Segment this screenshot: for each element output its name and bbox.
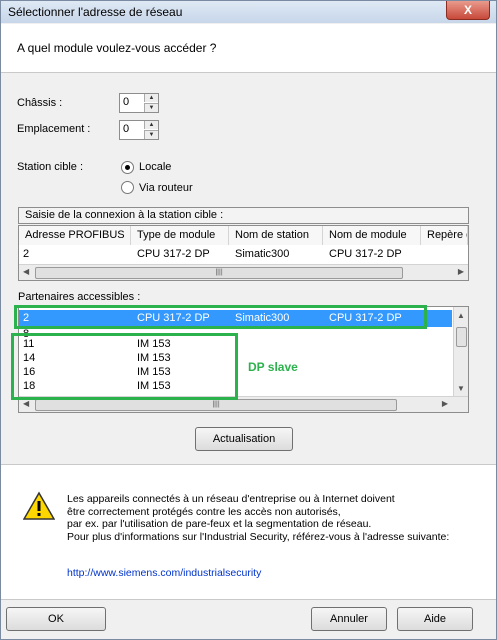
security-line: Pour plus d'informations sur l'Industria… bbox=[67, 530, 450, 543]
scroll-left-icon[interactable]: ◀ bbox=[23, 267, 29, 276]
connection-hscrollbar[interactable]: ◀ |||| ▶ bbox=[19, 264, 468, 280]
emplacement-up-icon[interactable]: ▲ bbox=[144, 121, 158, 129]
emplacement-label: Emplacement : bbox=[17, 123, 91, 135]
annotation-box-cpu bbox=[14, 305, 427, 329]
col-nom-module[interactable]: Nom de module bbox=[323, 226, 421, 245]
radio-locale[interactable] bbox=[121, 161, 134, 174]
connection-cell-module: CPU 317-2 DP bbox=[329, 248, 402, 260]
radio-via-routeur[interactable] bbox=[121, 181, 134, 194]
ok-button[interactable]: OK bbox=[6, 607, 106, 631]
emplacement-spinner[interactable]: 0 ▲ ▼ bbox=[119, 120, 159, 140]
security-line: par ex. par l'utilisation de pare-feux e… bbox=[67, 518, 372, 530]
connection-row[interactable]: 2 CPU 317-2 DP Simatic300 CPU 317-2 DP bbox=[19, 246, 468, 262]
header-question: A quel module voulez-vous accéder ? bbox=[17, 41, 217, 55]
security-line: Les appareils connectés à un réseau d'en… bbox=[67, 493, 395, 505]
chassis-up-icon[interactable]: ▲ bbox=[144, 94, 158, 102]
partners-vscroll-thumb[interactable] bbox=[456, 327, 467, 347]
chassis-down-icon[interactable]: ▼ bbox=[144, 103, 158, 112]
security-text: Les appareils connectés à un réseau d'en… bbox=[67, 493, 449, 543]
col-nom-station[interactable]: Nom de station bbox=[229, 226, 323, 245]
emplacement-down-icon[interactable]: ▼ bbox=[144, 130, 158, 139]
scroll-left-icon[interactable]: ◀ bbox=[23, 399, 29, 408]
warning-icon bbox=[23, 491, 55, 520]
dp-slave-annotation: DP slave bbox=[248, 360, 298, 374]
col-type-module[interactable]: Type de module bbox=[131, 226, 229, 245]
window-title: Sélectionner l'adresse de réseau bbox=[8, 5, 183, 19]
title-bar: Sélectionner l'adresse de réseau X bbox=[1, 1, 496, 23]
connection-cell-type: CPU 317-2 DP bbox=[137, 248, 210, 260]
scroll-right-icon[interactable]: ▶ bbox=[458, 267, 464, 276]
annotation-box-dp-slaves bbox=[11, 333, 238, 400]
partners-vscrollbar[interactable]: ▲ ▼ bbox=[453, 307, 468, 396]
connection-cell-address: 2 bbox=[23, 248, 30, 260]
cancel-button[interactable]: Annuler bbox=[311, 607, 387, 631]
connection-scroll-thumb[interactable]: |||| bbox=[35, 267, 403, 279]
security-line: être correctement protégés contre les ac… bbox=[67, 505, 341, 518]
dialog-window: Sélectionner l'adresse de réseau X A que… bbox=[0, 0, 497, 640]
connection-group-label: Saisie de la connexion à la station cibl… bbox=[25, 209, 224, 221]
scroll-right-icon[interactable]: ▶ bbox=[442, 399, 448, 408]
refresh-button[interactable]: Actualisation bbox=[195, 427, 293, 451]
chassis-label: Châssis : bbox=[17, 97, 63, 109]
col-repere[interactable]: Repère d bbox=[421, 226, 468, 245]
help-button[interactable]: Aide bbox=[397, 607, 473, 631]
dialog-header: A quel module voulez-vous accéder ? bbox=[1, 24, 496, 73]
divider bbox=[1, 599, 496, 600]
partners-scroll-thumb[interactable]: |||| bbox=[35, 399, 397, 411]
connection-cell-station: Simatic300 bbox=[235, 248, 290, 260]
chassis-value: 0 bbox=[123, 96, 130, 108]
partners-label: Partenaires accessibles : bbox=[18, 291, 141, 303]
connection-table: Adresse PROFIBUS Type de module Nom de s… bbox=[18, 225, 469, 281]
radio-via-routeur-label: Via routeur bbox=[139, 182, 193, 194]
col-adresse-profibus[interactable]: Adresse PROFIBUS bbox=[19, 226, 131, 245]
scroll-up-icon[interactable]: ▲ bbox=[457, 311, 465, 320]
radio-locale-label: Locale bbox=[139, 161, 172, 173]
emplacement-value: 0 bbox=[123, 123, 130, 135]
close-button[interactable]: X bbox=[446, 1, 490, 20]
scroll-down-icon[interactable]: ▼ bbox=[457, 384, 465, 393]
station-label: Station cible : bbox=[17, 161, 84, 173]
chassis-spinner[interactable]: 0 ▲ ▼ bbox=[119, 93, 159, 113]
connection-group-header: Saisie de la connexion à la station cibl… bbox=[18, 207, 469, 224]
security-link[interactable]: http://www.siemens.com/industrialsecurit… bbox=[67, 567, 261, 579]
